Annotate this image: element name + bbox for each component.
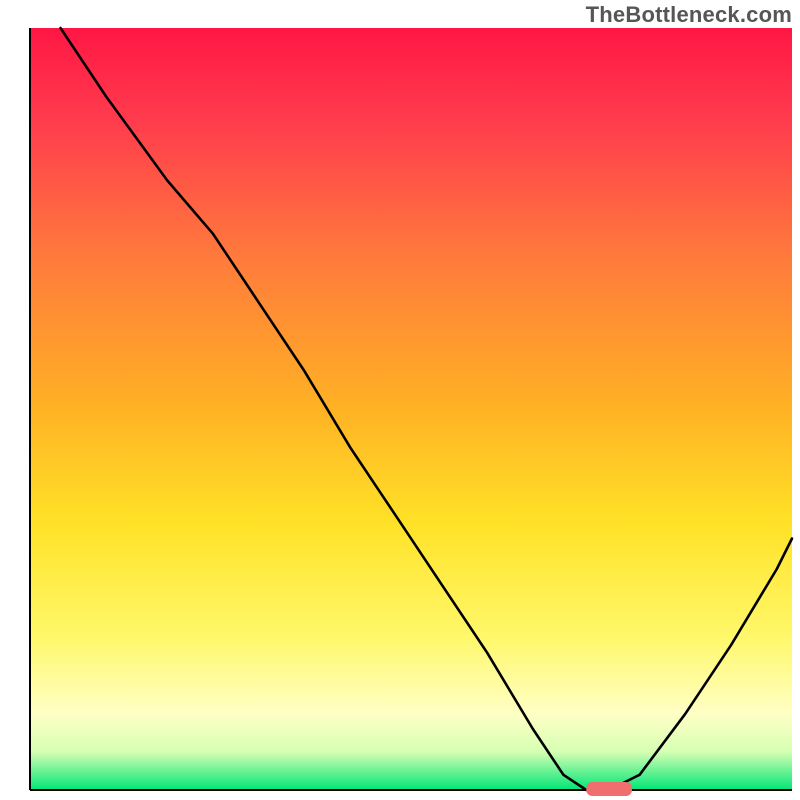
highlight-marker (586, 782, 632, 796)
chart-canvas: TheBottleneck.com (0, 0, 800, 800)
gradient-background (30, 28, 792, 790)
plot-svg (0, 0, 800, 800)
